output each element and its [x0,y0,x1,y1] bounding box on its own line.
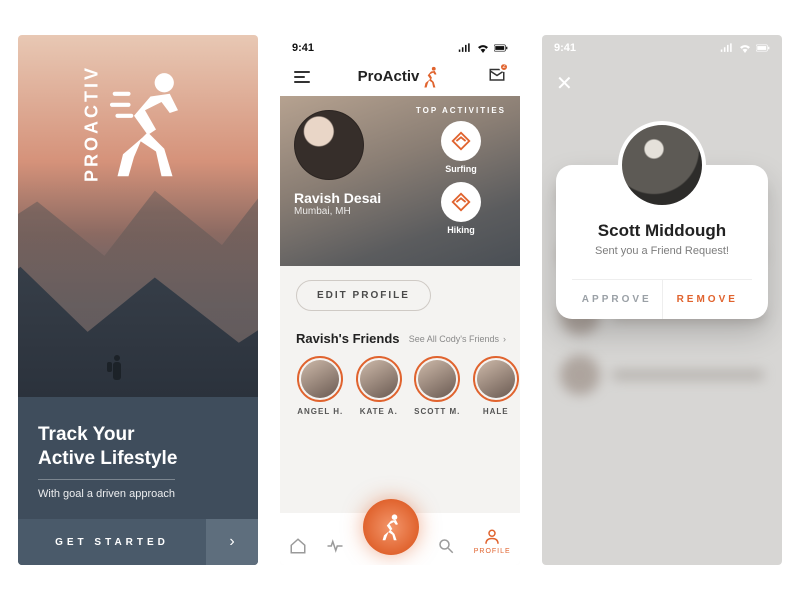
hero-image: PROACTIV [18,35,258,397]
tab-home[interactable] [289,537,307,555]
chevron-right-icon: › [503,334,506,344]
tab-search[interactable] [437,537,455,555]
top-activities-label: TOP ACTIVITIES [416,106,506,115]
profile-body: EDIT PROFILE Ravish's Friends See All Co… [280,266,520,565]
friend-item[interactable]: HALE [472,356,521,416]
pulse-icon [326,537,344,555]
friend-item[interactable]: KATE A. [355,356,404,416]
request-message: Sent you a Friend Request! [572,245,752,257]
app-logo: ProActiv [358,66,441,88]
top-activities: TOP ACTIVITIES Surfing Hiking [416,106,506,243]
inbox-button[interactable]: 2 [488,65,506,88]
see-all-friends-link[interactable]: See All Cody's Friends› [409,334,506,344]
diamond-icon [450,130,472,152]
friend-request-modal: Scott Middough Sent you a Friend Request… [556,165,768,319]
battery-icon [494,43,508,53]
tab-bar: PROFILE [280,491,520,565]
onboarding-sub: With goal a driven approach [38,479,175,500]
onboarding-screen: PROACTIV Track Your Active Lifestyle Wit… [18,35,258,565]
brand-text: PROACTIV [82,65,103,182]
home-icon [289,537,307,555]
runner-icon [379,513,403,541]
close-icon[interactable]: ✕ [556,71,573,96]
app-header: ProActiv 2 [280,61,520,96]
friend-item[interactable]: SCOTT M. [413,356,462,416]
get-started-button[interactable]: GET STARTED › [18,519,258,565]
profile-hero: Ravish Desai Mumbai, MH TOP ACTIVITIES S… [280,96,520,266]
signal-icon [458,43,472,53]
notif-badge: 2 [499,62,509,72]
requester-avatar [618,121,706,209]
status-time: 9:41 [292,42,314,54]
tab-profile[interactable]: PROFILE [474,528,511,555]
menu-icon[interactable] [294,71,310,83]
runner-icon [422,66,440,88]
friend-item[interactable]: Angel H. [296,356,345,416]
chevron-right-icon[interactable]: › [206,519,258,565]
friends-title: Ravish's Friends [296,331,400,346]
friends-list: Angel H. KATE A. SCOTT M. HALE [280,356,520,416]
get-started-label: GET STARTED [18,519,206,565]
onboarding-headline: Track Your Active Lifestyle [38,423,238,471]
requester-name: Scott Middough [572,221,752,241]
activity-surfing[interactable]: Surfing [416,121,506,174]
activity-hiking[interactable]: Hiking [416,182,506,235]
wifi-icon [476,43,490,53]
profile-screen: 9:41 ProActiv 2 [280,35,520,565]
edit-profile-button[interactable]: EDIT PROFILE [296,280,431,311]
status-bar: 9:41 [280,35,520,61]
approve-button[interactable]: APPROVE [572,280,663,319]
remove-button[interactable]: REMOVE [663,280,753,319]
profile-avatar[interactable] [294,110,364,180]
friend-request-screen: 9:41 ✕ Scott Middough Sent you a Friend … [542,35,782,565]
brand-logo: PROACTIV [82,65,195,182]
profile-icon [483,528,501,546]
tab-activity[interactable] [326,537,344,555]
fab-button[interactable] [363,499,419,555]
status-icons [458,43,508,53]
search-icon [437,537,455,555]
runner-icon [107,69,195,179]
diamond-icon [450,191,472,213]
